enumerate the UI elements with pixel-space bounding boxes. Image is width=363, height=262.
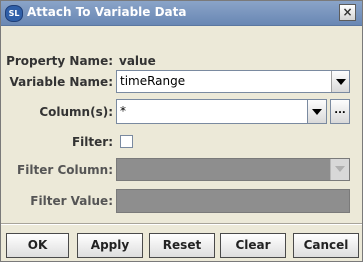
columns-input[interactable]: * <box>116 99 327 124</box>
chevron-down-icon <box>335 166 345 172</box>
variable-name-arrow-button[interactable] <box>331 71 349 92</box>
filter-column-dropdown[interactable] <box>116 158 350 181</box>
dialog-window: SL Attach To Variable Data × Property Na… <box>0 0 363 262</box>
filter-checkbox[interactable] <box>120 135 133 148</box>
filter-column-arrow-button[interactable] <box>330 159 349 180</box>
variable-name-label: Variable Name: <box>9 75 113 89</box>
chevron-down-icon <box>312 109 322 115</box>
title-bar[interactable]: SL Attach To Variable Data × <box>1 1 362 26</box>
property-name-label: Property Name: <box>6 54 113 68</box>
filter-column-label: Filter Column: <box>17 163 113 177</box>
filter-value-input[interactable] <box>116 189 350 213</box>
filter-label: Filter: <box>71 135 113 149</box>
close-button[interactable]: × <box>339 4 356 21</box>
cancel-button[interactable]: Cancel <box>293 233 359 258</box>
dialog-title: Attach To Variable Data <box>27 5 187 19</box>
apply-button[interactable]: Apply <box>77 233 143 258</box>
chevron-down-icon <box>336 79 346 85</box>
columns-label: Column(s): <box>39 105 113 119</box>
button-separator <box>1 223 362 225</box>
columns-browse-button[interactable]: ... <box>330 99 350 124</box>
columns-arrow-button[interactable] <box>307 99 327 124</box>
reset-button[interactable]: Reset <box>149 233 215 258</box>
variable-name-value: timeRange <box>120 74 186 88</box>
property-name-value: value <box>119 54 156 68</box>
columns-value: * <box>120 104 126 118</box>
ok-button[interactable]: OK <box>6 233 69 258</box>
filter-value-label: Filter Value: <box>30 194 113 208</box>
clear-button[interactable]: Clear <box>220 233 286 258</box>
variable-name-dropdown[interactable]: timeRange <box>116 70 350 93</box>
app-logo-icon: SL <box>5 5 23 22</box>
